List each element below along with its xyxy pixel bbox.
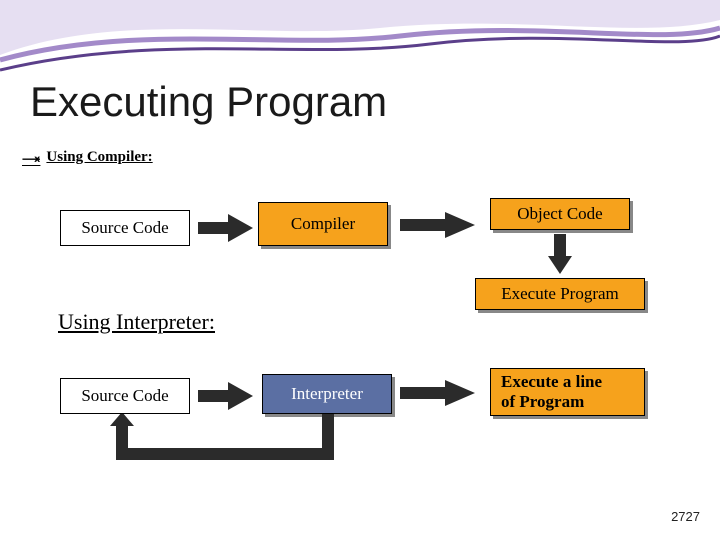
arrow-right-icon [400,378,475,408]
box-source-code-1: Source Code [60,210,190,246]
arrow-right-icon [400,210,475,240]
arrow-down-icon [548,234,572,274]
loop-back-arrow-icon [110,414,380,476]
decorative-swoosh [0,0,720,80]
arrow-right-icon [198,380,253,412]
box-interpreter: Interpreter [262,374,392,414]
box-source-code-2: Source Code [60,378,190,414]
section-heading-interpreter: Using Interpreter: [58,309,215,335]
box-execute-line: Execute a line of Program [490,368,645,416]
section-heading-compiler-text: Using Compiler: [46,149,152,166]
box-compiler: Compiler [258,202,388,246]
bullet-icon: 🝐 [22,142,40,173]
box-execute-program: Execute Program [475,278,645,310]
slide-title: Executing Program [30,78,387,126]
slide: Executing Program 🝐 Using Compiler: Sour… [0,0,720,540]
arrow-right-icon [198,212,253,244]
section-heading-compiler: 🝐 Using Compiler: [22,142,153,173]
box-object-code: Object Code [490,198,630,230]
page-number: 2727 [671,509,700,524]
